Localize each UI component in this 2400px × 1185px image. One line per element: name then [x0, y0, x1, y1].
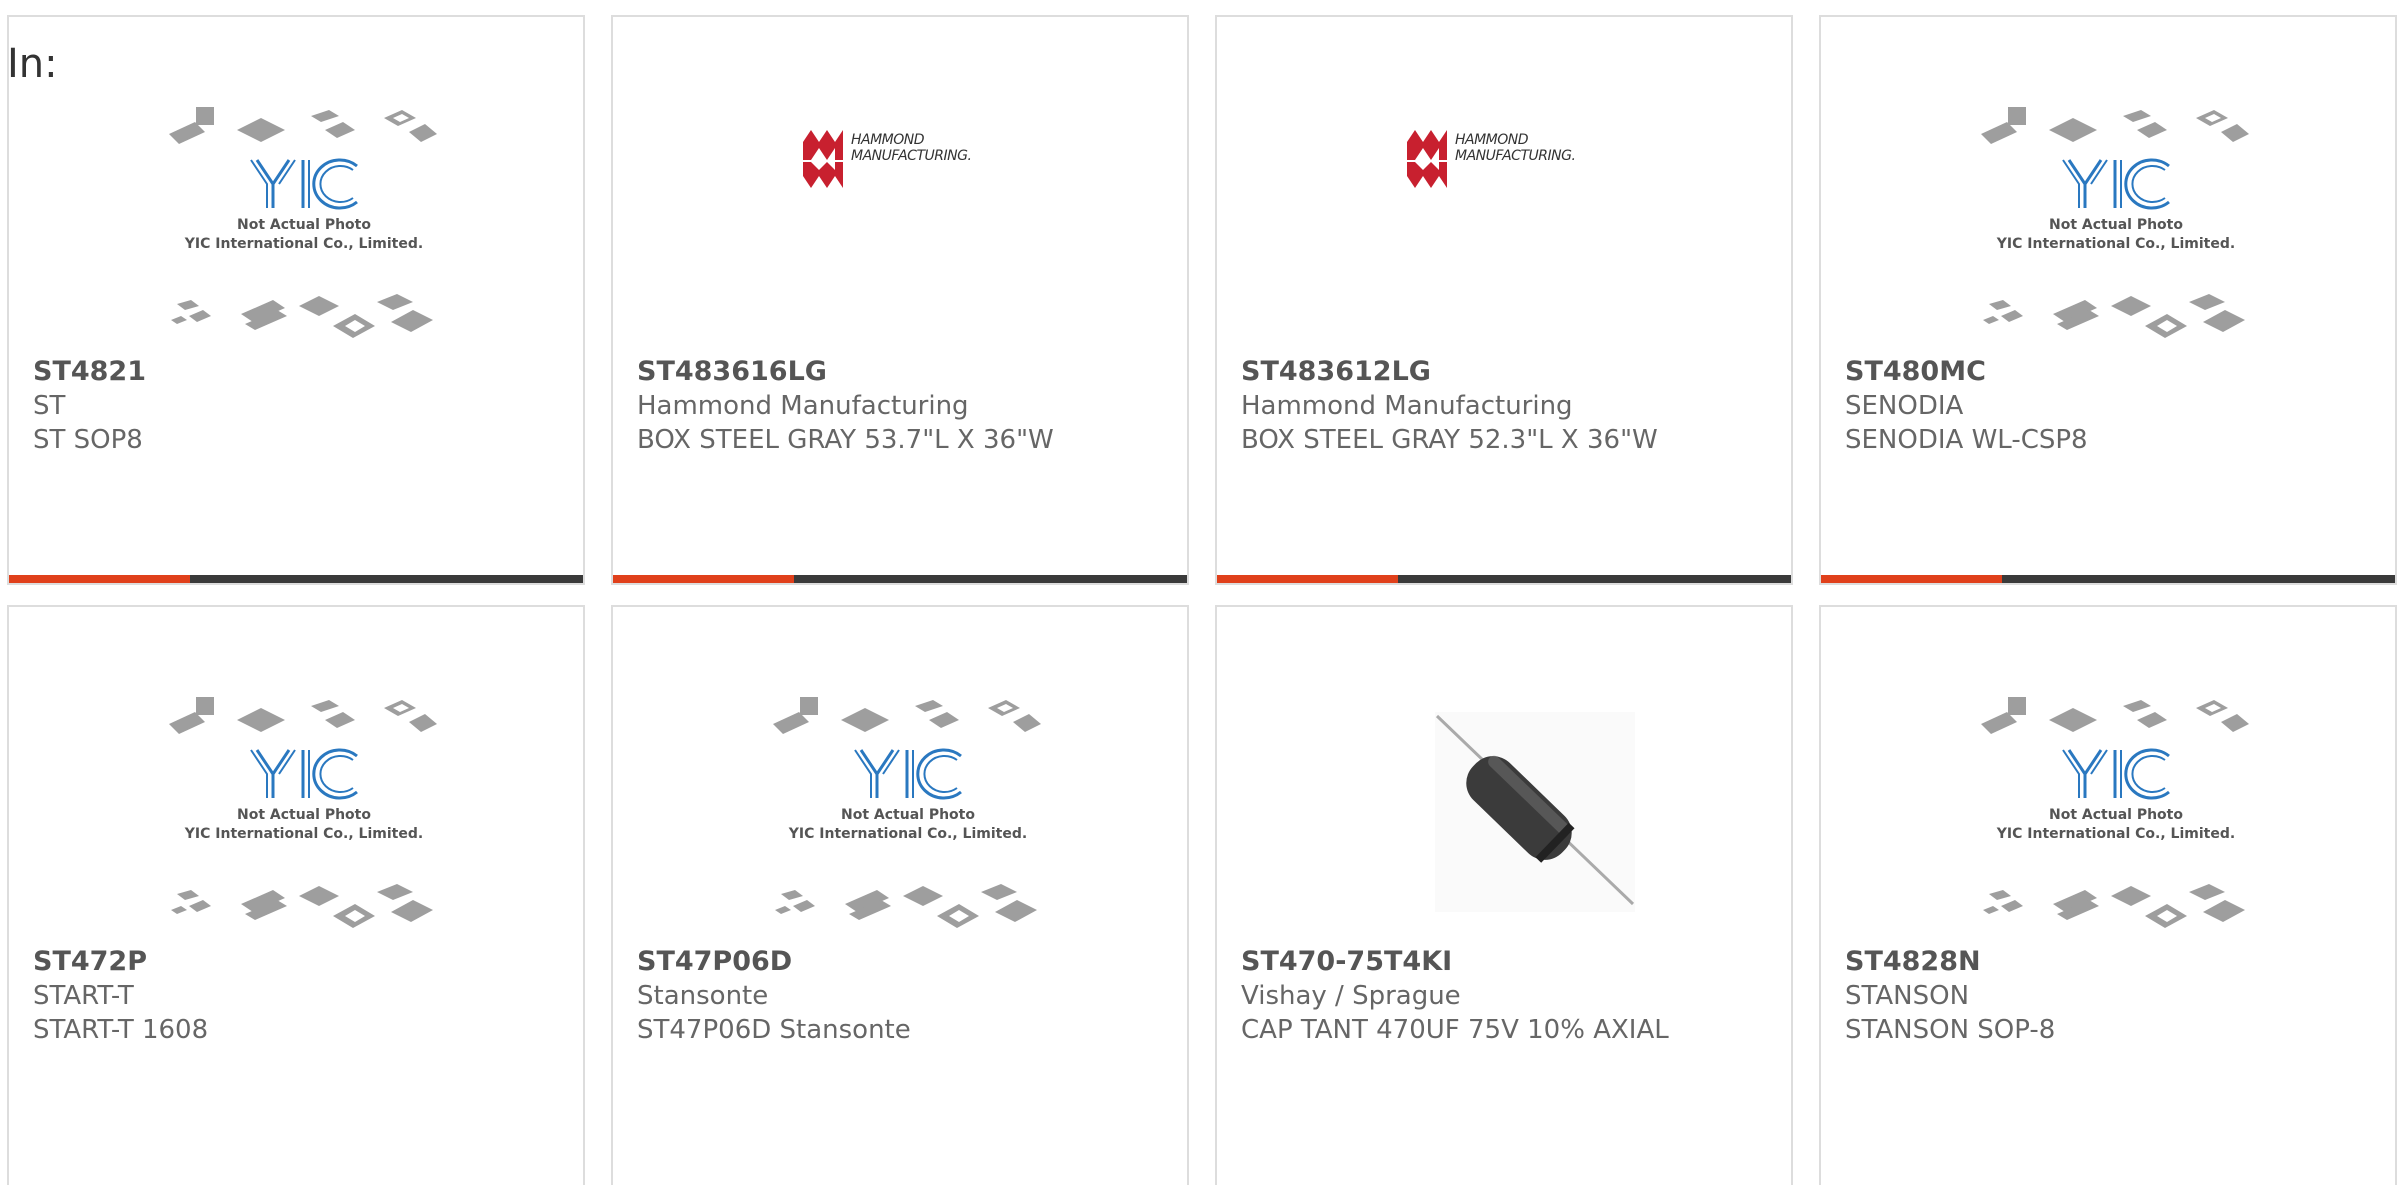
- part-number-link[interactable]: ST483616LG: [637, 355, 1167, 389]
- svg-text:MANUFACTURING.: MANUFACTURING.: [851, 148, 971, 164]
- part-number-link[interactable]: ST472P: [33, 945, 563, 979]
- placeholder-line1: Not Actual Photo: [841, 807, 975, 823]
- svg-text:HAMMOND: HAMMOND: [851, 132, 925, 148]
- part-number-link[interactable]: ST470-75T4KI: [1241, 945, 1771, 979]
- product-description: ST47P06D Stansonte: [637, 1015, 911, 1045]
- card-bottom-bar: [1217, 575, 1791, 583]
- product-card[interactable]: Not Actual Photo YIC International Co., …: [1819, 605, 2397, 1185]
- manufacturer-name: Hammond Manufacturing: [1241, 391, 1573, 421]
- placeholder-line2: YIC International Co., Limited.: [1996, 236, 2235, 252]
- card-bottom-bar: [613, 575, 1187, 583]
- placeholder-line1: Not Actual Photo: [237, 217, 371, 233]
- manufacturer-name: Stansonte: [637, 981, 769, 1011]
- yic-placeholder-image: Not Actual Photo YIC International Co., …: [1981, 697, 2249, 928]
- product-card[interactable]: Not Actual Photo YIC International Co., …: [7, 15, 585, 585]
- manufacturer-name: Hammond Manufacturing: [637, 391, 969, 421]
- placeholder-line1: Not Actual Photo: [2049, 807, 2183, 823]
- product-thumbnail[interactable]: HAMMOND MANUFACTURING.: [773, 102, 1043, 347]
- manufacturer-name: STANSON: [1845, 981, 1970, 1011]
- part-number-link[interactable]: ST4828N: [1845, 945, 2375, 979]
- part-number-link[interactable]: ST480MC: [1845, 355, 2375, 389]
- axial-capacitor-image: [1435, 712, 1635, 912]
- product-card[interactable]: Not Actual Photo YIC International Co., …: [1819, 15, 2397, 585]
- part-number-link[interactable]: ST47P06D: [637, 945, 1167, 979]
- svg-text:MANUFACTURING.: MANUFACTURING.: [1455, 148, 1575, 164]
- product-thumbnail[interactable]: Not Actual Photo YIC International Co., …: [1981, 692, 2251, 937]
- product-thumbnail[interactable]: Not Actual Photo YIC International Co., …: [773, 692, 1043, 937]
- product-description: ST SOP8: [33, 425, 143, 455]
- part-number-link[interactable]: ST4821: [33, 355, 563, 389]
- manufacturer-name: START-T: [33, 981, 134, 1011]
- product-card[interactable]: Not Actual Photo YIC International Co., …: [611, 605, 1189, 1185]
- card-accent-bar: [9, 575, 190, 583]
- product-description: BOX STEEL GRAY 52.3"L X 36"W: [1241, 425, 1658, 455]
- product-thumbnail[interactable]: Not Actual Photo YIC International Co., …: [169, 692, 439, 937]
- product-card[interactable]: ST470-75T4KI Vishay / Sprague CAP TANT 4…: [1215, 605, 1793, 1185]
- part-number-link[interactable]: ST483612LG: [1241, 355, 1771, 389]
- yic-placeholder-image: Not Actual Photo YIC International Co., …: [169, 697, 437, 928]
- placeholder-line2: YIC International Co., Limited.: [184, 826, 423, 842]
- card-accent-bar: [1217, 575, 1398, 583]
- placeholder-line1: Not Actual Photo: [237, 807, 371, 823]
- svg-text:HAMMOND: HAMMOND: [1455, 132, 1529, 148]
- yic-placeholder-image: Not Actual Photo YIC International Co., …: [1981, 107, 2249, 338]
- product-card[interactable]: Not Actual Photo YIC International Co., …: [7, 605, 585, 1185]
- placeholder-line2: YIC International Co., Limited.: [788, 826, 1027, 842]
- product-thumbnail[interactable]: [1377, 692, 1647, 937]
- placeholder-line1: Not Actual Photo: [2049, 217, 2183, 233]
- product-description: CAP TANT 470UF 75V 10% AXIAL: [1241, 1015, 1669, 1045]
- card-accent-bar: [613, 575, 794, 583]
- product-thumbnail[interactable]: HAMMOND MANUFACTURING.: [1377, 102, 1647, 347]
- product-description: BOX STEEL GRAY 53.7"L X 36"W: [637, 425, 1054, 455]
- filter-label: In:: [7, 41, 58, 87]
- product-card[interactable]: HAMMOND MANUFACTURING. ST483612LG Hammon…: [1215, 15, 1793, 585]
- product-description: SENODIA WL-CSP8: [1845, 425, 2088, 455]
- card-accent-bar: [1821, 575, 2002, 583]
- yic-placeholder-image: Not Actual Photo YIC International Co., …: [773, 697, 1041, 928]
- product-thumbnail[interactable]: Not Actual Photo YIC International Co., …: [169, 102, 439, 347]
- manufacturer-name: SENODIA: [1845, 391, 1964, 421]
- manufacturer-name: Vishay / Sprague: [1241, 981, 1461, 1011]
- yic-placeholder-image: Not Actual Photo YIC International Co., …: [169, 107, 437, 338]
- product-description: START-T 1608: [33, 1015, 209, 1045]
- hammond-logo-image: HAMMOND MANUFACTURING.: [803, 130, 972, 188]
- hammond-logo-image: HAMMOND MANUFACTURING.: [1407, 130, 1576, 188]
- product-description: STANSON SOP-8: [1845, 1015, 2056, 1045]
- manufacturer-name: ST: [33, 391, 66, 421]
- card-bottom-bar: [1821, 575, 2395, 583]
- card-bottom-bar: [9, 575, 583, 583]
- placeholder-line2: YIC International Co., Limited.: [1996, 826, 2235, 842]
- placeholder-line2: YIC International Co., Limited.: [184, 236, 423, 252]
- product-card[interactable]: HAMMOND MANUFACTURING. ST483616LG Hammon…: [611, 15, 1189, 585]
- product-thumbnail[interactable]: Not Actual Photo YIC International Co., …: [1981, 102, 2251, 347]
